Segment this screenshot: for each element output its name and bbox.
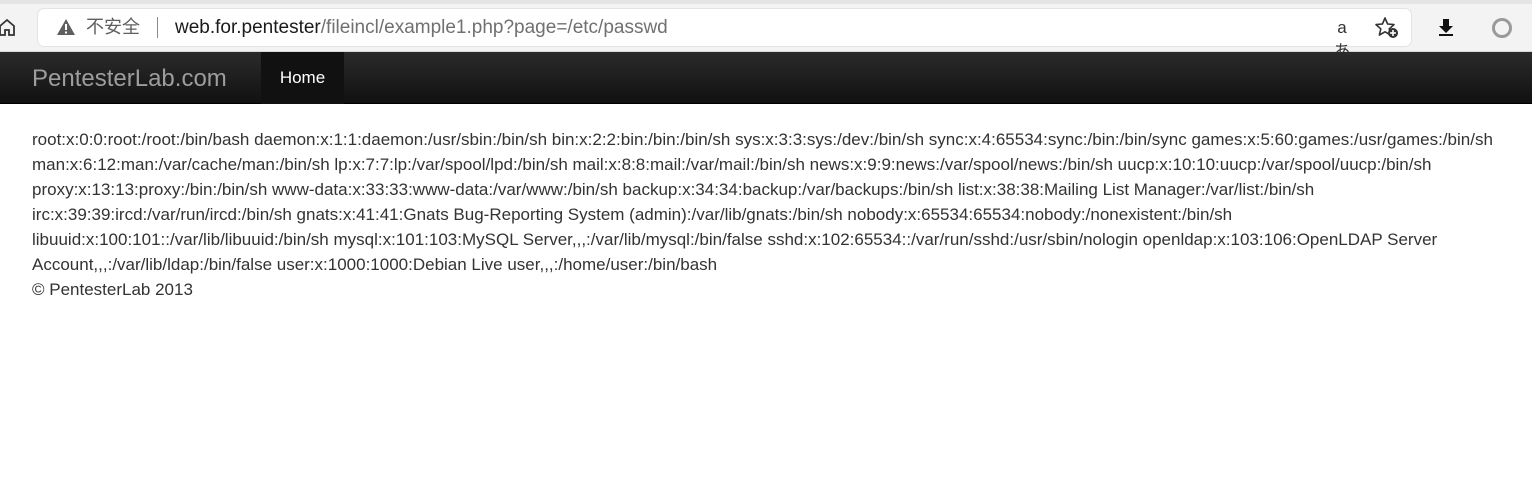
security-status-label[interactable]: 不安全	[86, 17, 140, 38]
site-navbar: PentesterLab.com Home	[0, 52, 1532, 104]
url-host: web.for.pentester	[175, 17, 321, 38]
url-text[interactable]: web.for.pentester/fileincl/example1.php?…	[175, 17, 668, 38]
browser-toolbar: 不安全 web.for.pentester/fileincl/example1.…	[0, 0, 1532, 61]
page-content: root:x:0:0:root:/root:/bin/bash daemon:x…	[32, 127, 1502, 302]
profile-icon[interactable]	[1491, 17, 1513, 39]
favorites-icon[interactable]	[1374, 16, 1400, 40]
nav-home-link[interactable]: Home	[261, 52, 344, 104]
tab-strip-edge	[0, 0, 1532, 4]
warning-icon[interactable]	[56, 18, 76, 36]
url-path: /fileincl/example1.php?page=/etc/passwd	[320, 17, 668, 38]
passwd-file-contents: root:x:0:0:root:/root:/bin/bash daemon:x…	[32, 130, 1493, 274]
address-bar[interactable]: 不安全 web.for.pentester/fileincl/example1.…	[38, 9, 1411, 61]
home-icon[interactable]	[0, 16, 16, 38]
download-icon[interactable]	[1436, 17, 1456, 37]
site-brand[interactable]: PentesterLab.com	[32, 66, 227, 92]
read-aloud-icon[interactable]: aあ	[1329, 16, 1355, 61]
footer-copyright: © PentesterLab 2013	[32, 280, 193, 299]
address-separator	[157, 17, 158, 38]
